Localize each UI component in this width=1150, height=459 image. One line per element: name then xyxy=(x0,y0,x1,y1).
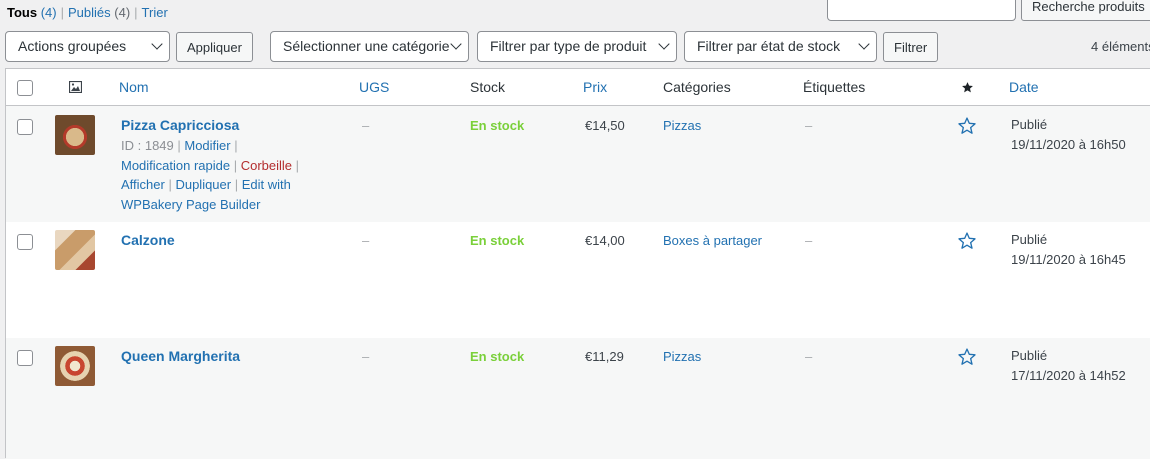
search-input[interactable] xyxy=(827,0,1016,21)
price-value: €14,00 xyxy=(585,233,625,248)
tags-value: – xyxy=(805,233,813,248)
apply-button[interactable]: Appliquer xyxy=(176,32,253,62)
column-sku[interactable]: UGS xyxy=(359,79,389,95)
stock-status-select[interactable]: Filtrer par état de stock xyxy=(684,31,877,62)
sku-value: – xyxy=(362,349,370,364)
column-tags: Étiquettes xyxy=(803,79,866,95)
category-link[interactable]: Pizzas xyxy=(663,349,701,364)
featured-star-icon[interactable] xyxy=(957,116,977,136)
table-row: Queen Margherita – En stock €11,29 Pizza… xyxy=(6,338,1150,459)
row-checkbox[interactable] xyxy=(17,119,33,135)
stock-status: En stock xyxy=(470,233,525,248)
featured-star-icon[interactable] xyxy=(961,81,974,94)
trash-link[interactable]: Corbeille xyxy=(241,158,292,173)
view-link[interactable]: Afficher xyxy=(121,177,165,192)
stock-status: En stock xyxy=(470,118,525,133)
search-products-button[interactable]: Recherche produits xyxy=(1021,0,1150,21)
date-value: Publié 17/11/2020 à 14h52 xyxy=(1011,348,1126,383)
column-date[interactable]: Date xyxy=(1009,79,1039,95)
product-name-link[interactable]: Calzone xyxy=(121,232,175,248)
filter-published[interactable]: Publiés (4) xyxy=(68,5,130,20)
date-value: Publié 19/11/2020 à 16h45 xyxy=(1011,232,1126,267)
image-icon xyxy=(69,81,82,93)
category-select[interactable]: Sélectionner une catégorie xyxy=(270,31,469,62)
product-thumbnail[interactable] xyxy=(55,346,95,386)
sku-value: – xyxy=(362,118,370,133)
products-table: Nom UGS Stock Prix Catégories Étiquettes… xyxy=(5,68,1150,459)
product-thumbnail[interactable] xyxy=(55,230,95,270)
product-name-link[interactable]: Pizza Capricciosa xyxy=(121,117,239,133)
quick-edit-link[interactable]: Modification rapide xyxy=(121,158,230,173)
chevron-down-icon xyxy=(858,38,870,50)
table-row: Pizza Capricciosa ID : 1849 | Modifier |… xyxy=(6,106,1150,222)
chevron-down-icon xyxy=(658,38,670,50)
column-stock: Stock xyxy=(470,79,506,95)
sort-link[interactable]: Trier xyxy=(142,5,168,20)
product-thumbnail[interactable] xyxy=(55,115,95,155)
category-link[interactable]: Boxes à partager xyxy=(663,233,762,248)
status-filters: Tous (4) | Publiés (4) | Trier xyxy=(7,5,168,20)
featured-star-icon[interactable] xyxy=(957,231,977,251)
filter-all[interactable]: Tous (4) xyxy=(7,5,57,20)
filter-button[interactable]: Filtrer xyxy=(883,32,938,62)
bulk-actions-select[interactable]: Actions groupées xyxy=(5,31,170,62)
row-checkbox[interactable] xyxy=(17,234,33,250)
sku-value: – xyxy=(362,233,370,248)
date-value: Publié 19/11/2020 à 16h50 xyxy=(1011,117,1126,152)
row-actions: ID : 1849 | Modifier | Modification rapi… xyxy=(121,138,300,212)
featured-star-icon[interactable] xyxy=(957,347,977,367)
tags-value: – xyxy=(805,349,813,364)
stock-status: En stock xyxy=(470,349,525,364)
items-count: 4 éléments xyxy=(1091,39,1150,54)
edit-link[interactable]: Modifier xyxy=(184,138,230,153)
column-categories: Catégories xyxy=(663,79,731,95)
product-type-select[interactable]: Filtrer par type de produit xyxy=(477,31,677,62)
column-price[interactable]: Prix xyxy=(583,79,607,95)
product-name-link[interactable]: Queen Margherita xyxy=(121,348,240,364)
tags-value: – xyxy=(805,118,813,133)
select-all-checkbox[interactable] xyxy=(17,80,33,96)
column-name[interactable]: Nom xyxy=(119,79,149,95)
table-row: Calzone – En stock €14,00 Boxes à partag… xyxy=(6,222,1150,338)
duplicate-link[interactable]: Dupliquer xyxy=(175,177,231,192)
table-header: Nom UGS Stock Prix Catégories Étiquettes… xyxy=(6,69,1150,106)
chevron-down-icon xyxy=(450,38,462,50)
category-link[interactable]: Pizzas xyxy=(663,118,701,133)
price-value: €14,50 xyxy=(585,118,625,133)
row-checkbox[interactable] xyxy=(17,350,33,366)
chevron-down-icon xyxy=(151,38,163,50)
price-value: €11,29 xyxy=(585,349,624,364)
